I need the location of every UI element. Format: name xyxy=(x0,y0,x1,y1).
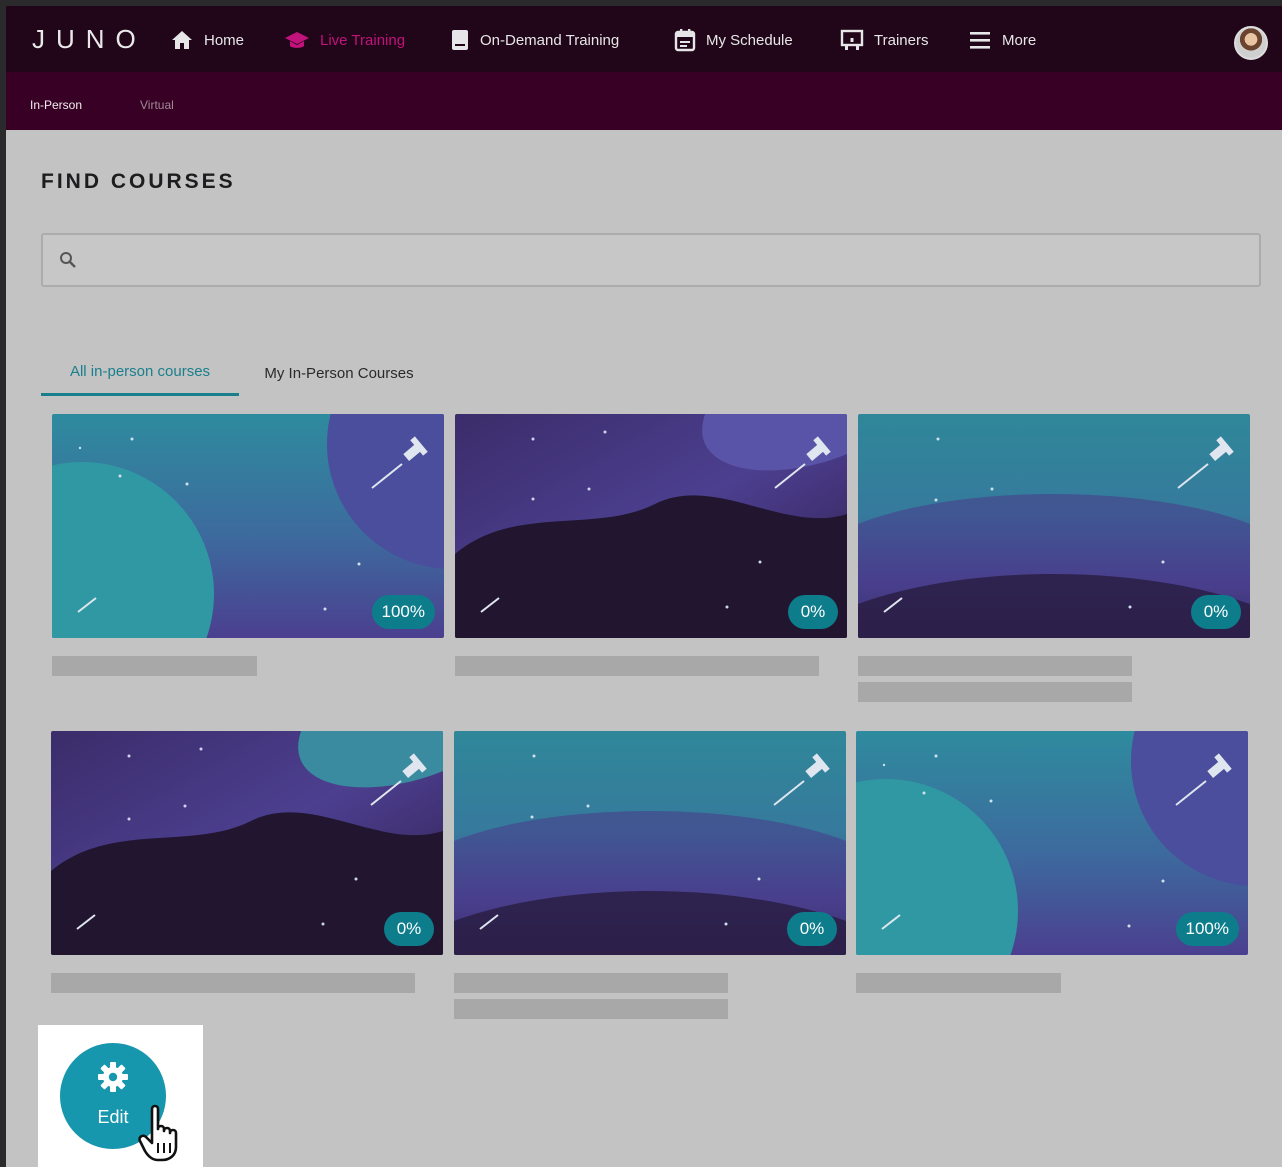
course-title-placeholder xyxy=(858,656,1132,676)
subnav-virtual[interactable]: Virtual xyxy=(140,98,174,112)
course-title-placeholder xyxy=(856,973,1061,993)
nav-live-training-label: Live Training xyxy=(320,31,406,49)
course-title-placeholder xyxy=(455,656,819,676)
course-card[interactable]: 0% xyxy=(51,731,443,955)
course-thumbnail xyxy=(454,731,846,955)
course-title-placeholder xyxy=(52,656,257,676)
progress-badge: 0% xyxy=(787,912,837,946)
tab-my-in-person-courses[interactable]: My In-Person Courses xyxy=(246,350,432,396)
book-icon xyxy=(452,30,468,50)
progress-badge: 0% xyxy=(384,912,434,946)
course-title-placeholder xyxy=(454,999,728,1019)
nav-live-training[interactable]: Live Training xyxy=(284,28,405,52)
course-thumbnail xyxy=(455,414,847,638)
sub-navigation-bar: In-Person Virtual xyxy=(6,72,1282,130)
nav-home-label: Home xyxy=(204,31,245,49)
nav-more[interactable]: More xyxy=(968,28,1036,52)
nav-on-demand-training-label: On-Demand Training xyxy=(480,31,620,49)
course-thumbnail xyxy=(858,414,1250,638)
nav-trainers[interactable]: Trainers xyxy=(840,28,928,52)
tab-all-in-person-courses[interactable]: All in-person courses xyxy=(41,350,239,396)
course-title-placeholder xyxy=(51,973,415,993)
course-thumbnail xyxy=(51,731,443,955)
progress-badge: 0% xyxy=(1191,595,1241,629)
presentation-board-icon xyxy=(840,29,864,50)
progress-badge: 100% xyxy=(1175,912,1239,946)
nav-my-schedule-label: My Schedule xyxy=(706,31,793,49)
nav-trainers-label: Trainers xyxy=(874,31,929,49)
user-avatar[interactable] xyxy=(1234,26,1268,60)
edit-button-highlight: Edit xyxy=(38,1025,203,1167)
course-card[interactable]: 0% xyxy=(858,414,1250,638)
nav-my-schedule[interactable]: My Schedule xyxy=(674,28,793,52)
gear-icon xyxy=(98,1062,128,1092)
nav-home[interactable]: Home xyxy=(170,28,244,52)
search-icon xyxy=(60,252,76,268)
top-navigation-bar: JUNO Home Live Training On-Demand Traini… xyxy=(6,6,1282,72)
progress-badge: 100% xyxy=(371,595,435,629)
page-title: FIND COURSES xyxy=(41,170,236,193)
course-search-box[interactable] xyxy=(41,233,1261,287)
progress-badge: 0% xyxy=(788,595,838,629)
course-card[interactable]: 0% xyxy=(454,731,846,955)
course-card[interactable]: 100% xyxy=(52,414,444,638)
search-input[interactable] xyxy=(89,245,1243,277)
home-icon xyxy=(172,31,192,49)
course-card[interactable]: 0% xyxy=(455,414,847,638)
hand-pointer-cursor-icon xyxy=(138,1104,178,1162)
graduation-cap-icon xyxy=(285,32,309,48)
hamburger-menu-icon xyxy=(970,32,990,49)
juno-logo[interactable]: JUNO xyxy=(32,24,147,55)
course-title-placeholder xyxy=(454,973,728,993)
nav-more-label: More xyxy=(1002,31,1037,49)
subnav-in-person[interactable]: In-Person xyxy=(30,98,82,112)
calendar-icon xyxy=(674,29,696,52)
course-title-placeholder xyxy=(858,682,1132,702)
nav-on-demand-training[interactable]: On-Demand Training xyxy=(450,28,619,52)
app-window: JUNO Home Live Training On-Demand Traini… xyxy=(6,6,1282,1167)
course-card[interactable]: 100% xyxy=(856,731,1248,955)
